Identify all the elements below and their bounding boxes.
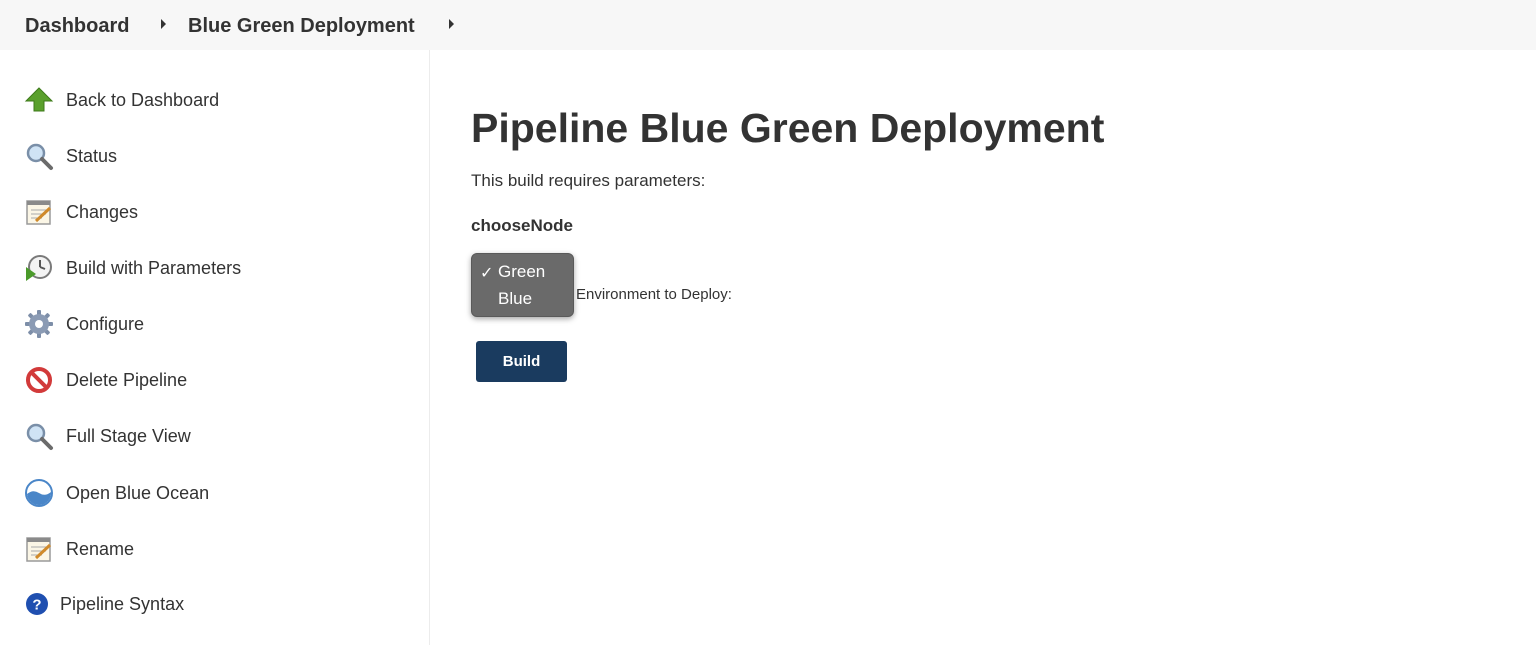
breadcrumb-chevron-icon[interactable] (449, 19, 454, 29)
page-title: Pipeline Blue Green Deployment (471, 105, 1105, 151)
sidebar-item-build-with-parameters[interactable]: Build with Parameters (24, 252, 241, 284)
sidebar-item-rename[interactable]: Rename (24, 533, 134, 565)
build-button[interactable]: Build (476, 341, 567, 382)
up-arrow-icon (24, 85, 54, 115)
breadcrumb-dashboard[interactable]: Dashboard (25, 13, 129, 39)
magnifier-icon (24, 141, 54, 171)
sidebar-item-delete-pipeline[interactable]: Delete Pipeline (24, 364, 187, 396)
breadcrumb-chevron-icon[interactable] (161, 19, 166, 29)
sidebar-item-configure[interactable]: Configure (24, 308, 144, 340)
option-blue[interactable]: Blue (498, 289, 532, 309)
sidebar-item-changes[interactable]: Changes (24, 196, 138, 228)
sidebar-item-label: Delete Pipeline (66, 369, 188, 390)
sidebar-item-label: Changes (66, 201, 139, 222)
sidebar-item-pipeline-syntax[interactable]: ? Pipeline Syntax (24, 588, 184, 620)
choose-node-dropdown[interactable]: ✓ Green Blue (471, 253, 574, 317)
sidebar-item-label: Back to Dashboard (66, 89, 220, 110)
sidebar-item-label: Configure (66, 313, 145, 334)
breadcrumb-bar: Dashboard Blue Green Deployment (0, 0, 1536, 50)
help-icon: ? (24, 589, 50, 619)
blue-ocean-icon (24, 478, 54, 508)
sidebar-item-label: Build with Parameters (66, 257, 242, 278)
sidebar-item-label: Rename (66, 538, 135, 559)
sidebar: Back to Dashboard Status Changes Build w… (0, 50, 430, 645)
sidebar-item-back-to-dashboard[interactable]: Back to Dashboard (24, 84, 219, 116)
sidebar-item-label: Open Blue Ocean (66, 482, 210, 503)
sidebar-item-label: Status (66, 145, 118, 166)
gear-icon (24, 309, 54, 339)
sidebar-item-label: Full Stage View (66, 425, 191, 446)
sidebar-item-status[interactable]: Status (24, 140, 117, 172)
svg-text:?: ? (32, 597, 41, 614)
checkmark-icon: ✓ (480, 265, 494, 282)
clock-play-icon (24, 253, 54, 283)
sidebar-item-full-stage-view[interactable]: Full Stage View (24, 420, 191, 452)
no-entry-icon (24, 365, 54, 395)
sidebar-item-open-blue-ocean[interactable]: Open Blue Ocean (24, 477, 209, 509)
notepad-icon (24, 534, 54, 564)
magnifier-icon (24, 421, 54, 451)
breadcrumb-blue-green-deployment[interactable]: Blue Green Deployment (188, 13, 415, 39)
parameter-description: Environment to Deploy: (576, 286, 732, 303)
option-green[interactable]: Green (498, 262, 545, 282)
sidebar-item-label: Pipeline Syntax (60, 593, 185, 614)
parameters-subtitle: This build requires parameters: (471, 171, 706, 190)
parameter-name: chooseNode (471, 216, 574, 235)
notepad-icon (24, 197, 54, 227)
